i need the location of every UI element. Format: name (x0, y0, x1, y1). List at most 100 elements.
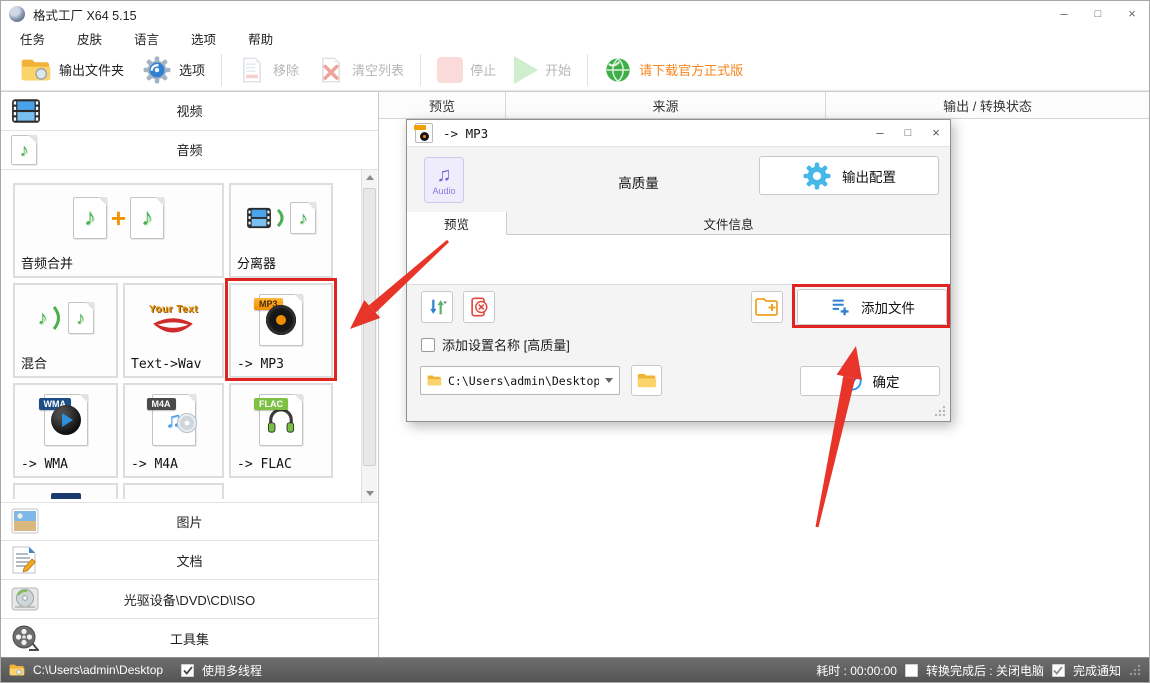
audio-icon: ♪ (11, 135, 37, 165)
note-page-icon: ♪ (68, 302, 94, 334)
options-button[interactable]: 选项 (133, 50, 214, 90)
disc-icon (11, 586, 39, 612)
tile-audio-merge[interactable]: ♪ + ♪ 音频合并 (13, 183, 224, 278)
stop-button[interactable]: 停止 (428, 50, 505, 90)
tile-mix[interactable]: ♪ ♪ 混合 (13, 283, 118, 378)
tile-text-to-wav[interactable]: Your Text Text->Wav (123, 283, 224, 378)
tile-partial[interactable] (123, 483, 224, 499)
output-folder-button[interactable]: 输出文件夹 (11, 50, 133, 90)
quality-label: 高质量 (527, 172, 750, 192)
remove-button[interactable]: 移除 (229, 50, 308, 90)
tile-to-m4a[interactable]: M4A ♫ -> M4A (123, 383, 224, 478)
clear-list-icon (317, 56, 345, 84)
ok-button[interactable]: 确定 (800, 366, 940, 396)
tile-to-flac[interactable]: FLAC -> FLAC (229, 383, 333, 478)
dialog-title-bar: -> MP3 – □ × (407, 120, 950, 147)
sidebar-item-toolset[interactable]: 工具集 (1, 618, 378, 657)
sidebar-item-rom-device[interactable]: 光驱设备\DVD\CD\ISO (1, 579, 378, 618)
tile-splitter[interactable]: ♪ 分离器 (229, 183, 333, 278)
folder-icon (20, 57, 52, 83)
dialog-close-button[interactable]: × (922, 120, 950, 146)
check-icon (183, 666, 193, 675)
gear-icon (802, 161, 832, 191)
scroll-thumb[interactable] (363, 188, 376, 466)
remove-file-button[interactable] (463, 291, 495, 323)
sidebar-item-audio[interactable]: ♪ 音频 (1, 131, 378, 170)
dialog-title: -> MP3 (443, 126, 488, 141)
add-folder-button[interactable] (751, 291, 783, 323)
sort-button[interactable] (421, 291, 453, 323)
list-header: 预览 来源 输出 / 转换状态 (379, 92, 1149, 119)
scroll-up-button[interactable] (362, 170, 378, 186)
m4a-file-icon: M4A ♫ (152, 394, 196, 446)
check-circle-icon (841, 370, 863, 392)
dropdown-caret-icon (605, 378, 613, 383)
sidebar-scrollbar[interactable] (361, 170, 377, 502)
download-official-link[interactable]: 请下载官方正式版 (595, 50, 752, 90)
toolbar-separator (420, 54, 421, 86)
menu-item-help[interactable]: 帮助 (245, 27, 276, 50)
column-header-output-status[interactable]: 输出 / 转换状态 (826, 92, 1149, 118)
remove-file-icon (468, 296, 490, 318)
sidebar-item-picture[interactable]: 图片 (1, 502, 378, 541)
maximize-button[interactable]: □ (1081, 1, 1115, 27)
folder-icon (427, 374, 442, 387)
play-icon (514, 56, 538, 84)
close-button[interactable]: × (1115, 1, 1149, 27)
minimize-button[interactable]: – (1047, 1, 1081, 27)
merge-arrow-icon (52, 305, 64, 331)
add-name-checkbox[interactable] (421, 338, 435, 352)
plus-icon: + (111, 205, 126, 231)
film-icon (246, 207, 272, 229)
tab-file-info[interactable]: 文件信息 (507, 212, 950, 234)
status-output-path[interactable]: C:\Users\admin\Desktop (33, 663, 163, 677)
dialog-resize-grip[interactable] (934, 405, 946, 417)
folder-icon (9, 663, 25, 677)
tab-preview[interactable]: 预览 (407, 212, 507, 235)
notify-checkbox[interactable] (1052, 664, 1065, 677)
menu-item-task[interactable]: 任务 (17, 27, 48, 50)
add-file-button[interactable]: 添加文件 (797, 289, 947, 325)
mp3-file-icon: MP3 (259, 294, 303, 346)
add-name-checkbox-row[interactable]: 添加设置名称 [高质量] (421, 335, 570, 354)
column-header-source[interactable]: 来源 (506, 92, 826, 118)
tile-to-wma[interactable]: WMA -> WMA (13, 383, 118, 478)
sidebar-item-video[interactable]: 视频 (1, 92, 378, 131)
menu-item-options[interactable]: 选项 (188, 27, 219, 50)
menu-item-skin[interactable]: 皮肤 (74, 27, 105, 50)
film-reel-icon (11, 624, 39, 652)
dialog-maximize-button[interactable]: □ (894, 120, 922, 146)
sort-arrows-icon (426, 296, 448, 318)
menu-item-language[interactable]: 语言 (131, 27, 162, 50)
column-header-preview[interactable]: 预览 (379, 92, 506, 118)
notify-label: 完成通知 (1073, 662, 1121, 679)
video-icon (11, 98, 41, 124)
shutdown-checkbox[interactable] (905, 664, 918, 677)
scroll-down-button[interactable] (362, 486, 378, 502)
tile-partial[interactable] (13, 483, 118, 499)
clear-list-button[interactable]: 清空列表 (308, 50, 413, 90)
mp3-file-icon (415, 123, 433, 143)
stop-icon (437, 57, 463, 83)
picture-icon (11, 508, 39, 534)
tile-to-mp3[interactable]: MP3 -> MP3 (229, 283, 333, 378)
multithread-checkbox[interactable] (181, 664, 194, 677)
window-resize-grip[interactable] (1129, 664, 1141, 676)
add-file-icon (829, 296, 851, 318)
shutdown-label: 转换完成后 : 关闭电脑 (926, 662, 1044, 679)
note-page-icon: ♪ (73, 197, 107, 239)
toolbar-separator (587, 54, 588, 86)
flac-file-icon: FLAC (259, 394, 303, 446)
remove-icon (238, 56, 266, 84)
output-path-select[interactable]: C:\Users\admin\Desktop (420, 366, 620, 395)
note-icon: ♪ (38, 308, 48, 328)
browse-folder-button[interactable] (631, 365, 662, 396)
start-button[interactable]: 开始 (505, 50, 580, 90)
chevron-icon (276, 209, 286, 227)
dialog-minimize-button[interactable]: – (866, 120, 894, 146)
output-config-button[interactable]: 输出配置 (759, 156, 939, 195)
document-icon (11, 546, 37, 574)
app-icon (9, 6, 25, 22)
sidebar-item-document[interactable]: 文档 (1, 540, 378, 579)
window-title: 格式工厂 X64 5.15 (33, 5, 137, 24)
